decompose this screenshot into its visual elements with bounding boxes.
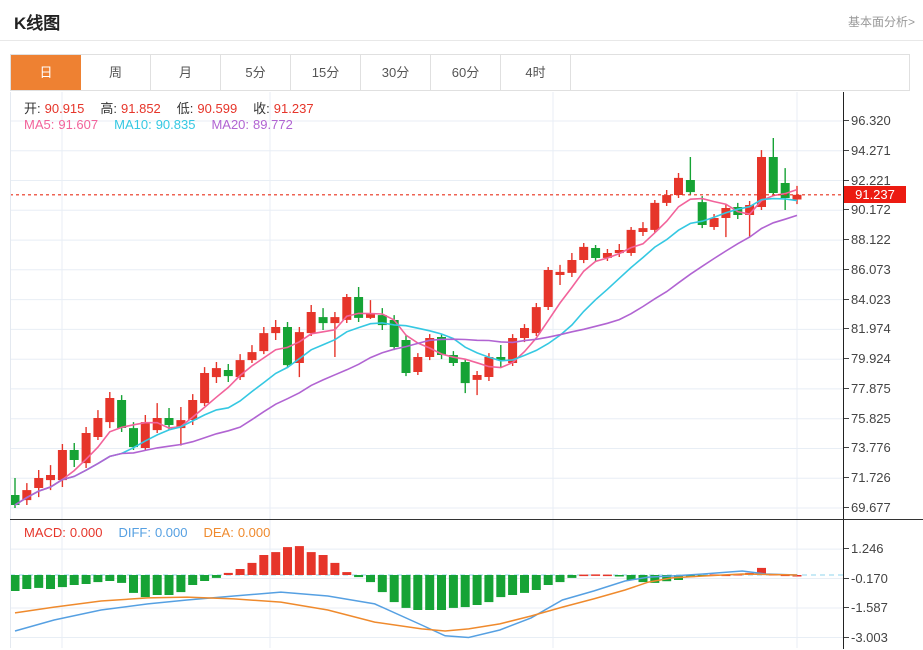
ma-readout: MA5: 91.607 MA10: 90.835 MA20: 89.772 bbox=[24, 117, 297, 132]
ohlc-readout: 开: 90.915 高: 91.852 低: 90.599 收: 91.237 bbox=[24, 98, 318, 117]
ma5-label: MA5: bbox=[24, 117, 55, 132]
main-candlestick-chart[interactable] bbox=[10, 92, 843, 519]
tab-周[interactable]: 周 bbox=[81, 55, 151, 90]
panel-divider bbox=[10, 519, 923, 520]
axis-tick-label: 94.271 bbox=[844, 143, 891, 158]
page-title: K线图 bbox=[14, 14, 61, 33]
ma10-label: MA10: bbox=[114, 117, 152, 132]
close-value: 91.237 bbox=[273, 101, 314, 116]
macd-readout: MACD: 0.000 DIFF: 0.000 DEA: 0.000 bbox=[24, 525, 274, 540]
open-label: 开: bbox=[24, 101, 41, 116]
open-value: 90.915 bbox=[44, 101, 85, 116]
tab-5分[interactable]: 5分 bbox=[221, 55, 291, 90]
header-divider bbox=[0, 40, 923, 41]
high-label: 高: bbox=[100, 101, 118, 116]
tab-日[interactable]: 日 bbox=[11, 55, 81, 90]
tab-60分[interactable]: 60分 bbox=[431, 55, 501, 90]
axis-tick-label: 96.320 bbox=[844, 113, 891, 128]
axis-tick-label: 88.122 bbox=[844, 232, 891, 247]
axis-tick-label: -0.170 bbox=[844, 571, 888, 586]
kline-page: K线图 基本面分析> 日周月 5分 15分 30分 60分 4时 开: 90.915 高: 91… bbox=[0, 0, 923, 650]
plot-left-border bbox=[10, 92, 11, 648]
macd-value: 0.000 bbox=[69, 525, 103, 540]
low-label: 低: bbox=[176, 101, 194, 116]
axis-tick-label: -3.003 bbox=[844, 630, 888, 645]
axis-tick-label: 84.023 bbox=[844, 292, 891, 307]
axis-tick-label: 69.677 bbox=[844, 500, 891, 515]
tab-15分[interactable]: 15分 bbox=[291, 55, 361, 90]
axis-tick-label: 77.875 bbox=[844, 381, 891, 396]
period-tabbar: 日周月 5分 15分 30分 60分 4时 bbox=[10, 54, 910, 91]
low-value: 90.599 bbox=[197, 101, 238, 116]
axis-tick-label: -1.587 bbox=[844, 600, 888, 615]
diff-label: DIFF: bbox=[118, 525, 151, 540]
axis-tick-label: 79.924 bbox=[844, 351, 891, 366]
dea-label: DEA: bbox=[203, 525, 234, 540]
dea-value: 0.000 bbox=[237, 525, 271, 540]
high-value: 91.852 bbox=[121, 101, 161, 116]
axis-tick-label: 75.825 bbox=[844, 411, 891, 426]
axis-tick-label: 90.172 bbox=[844, 202, 891, 217]
tab-月[interactable]: 月 bbox=[151, 55, 221, 90]
tab-30分[interactable]: 30分 bbox=[361, 55, 431, 90]
ma20-label: MA20: bbox=[211, 117, 250, 132]
current-price-tag: 91.237 bbox=[844, 186, 906, 204]
ma10-value: 90.835 bbox=[155, 117, 196, 132]
axis-tick-label: 81.974 bbox=[844, 321, 891, 336]
axis-tick-label: 86.073 bbox=[844, 262, 891, 277]
macd-label: MACD: bbox=[24, 525, 66, 540]
axis-tick-label: 73.776 bbox=[844, 440, 891, 455]
fundamental-analysis-link[interactable]: 基本面分析> bbox=[848, 13, 915, 30]
tab-4时[interactable]: 4时 bbox=[501, 55, 571, 90]
close-label: 收: bbox=[253, 101, 270, 116]
ma5-value: 91.607 bbox=[58, 117, 99, 132]
axis-tick-label: 92.221 bbox=[844, 173, 891, 188]
diff-value: 0.000 bbox=[154, 525, 188, 540]
axis-tick-label: 71.726 bbox=[844, 470, 891, 485]
kline-chart-area: 开: 90.915 高: 91.852 低: 90.599 收: 91.237 MA5: 91.… bbox=[0, 91, 923, 650]
ma20-value: 89.772 bbox=[253, 117, 293, 132]
axis-tick-label: 1.246 bbox=[844, 541, 884, 556]
